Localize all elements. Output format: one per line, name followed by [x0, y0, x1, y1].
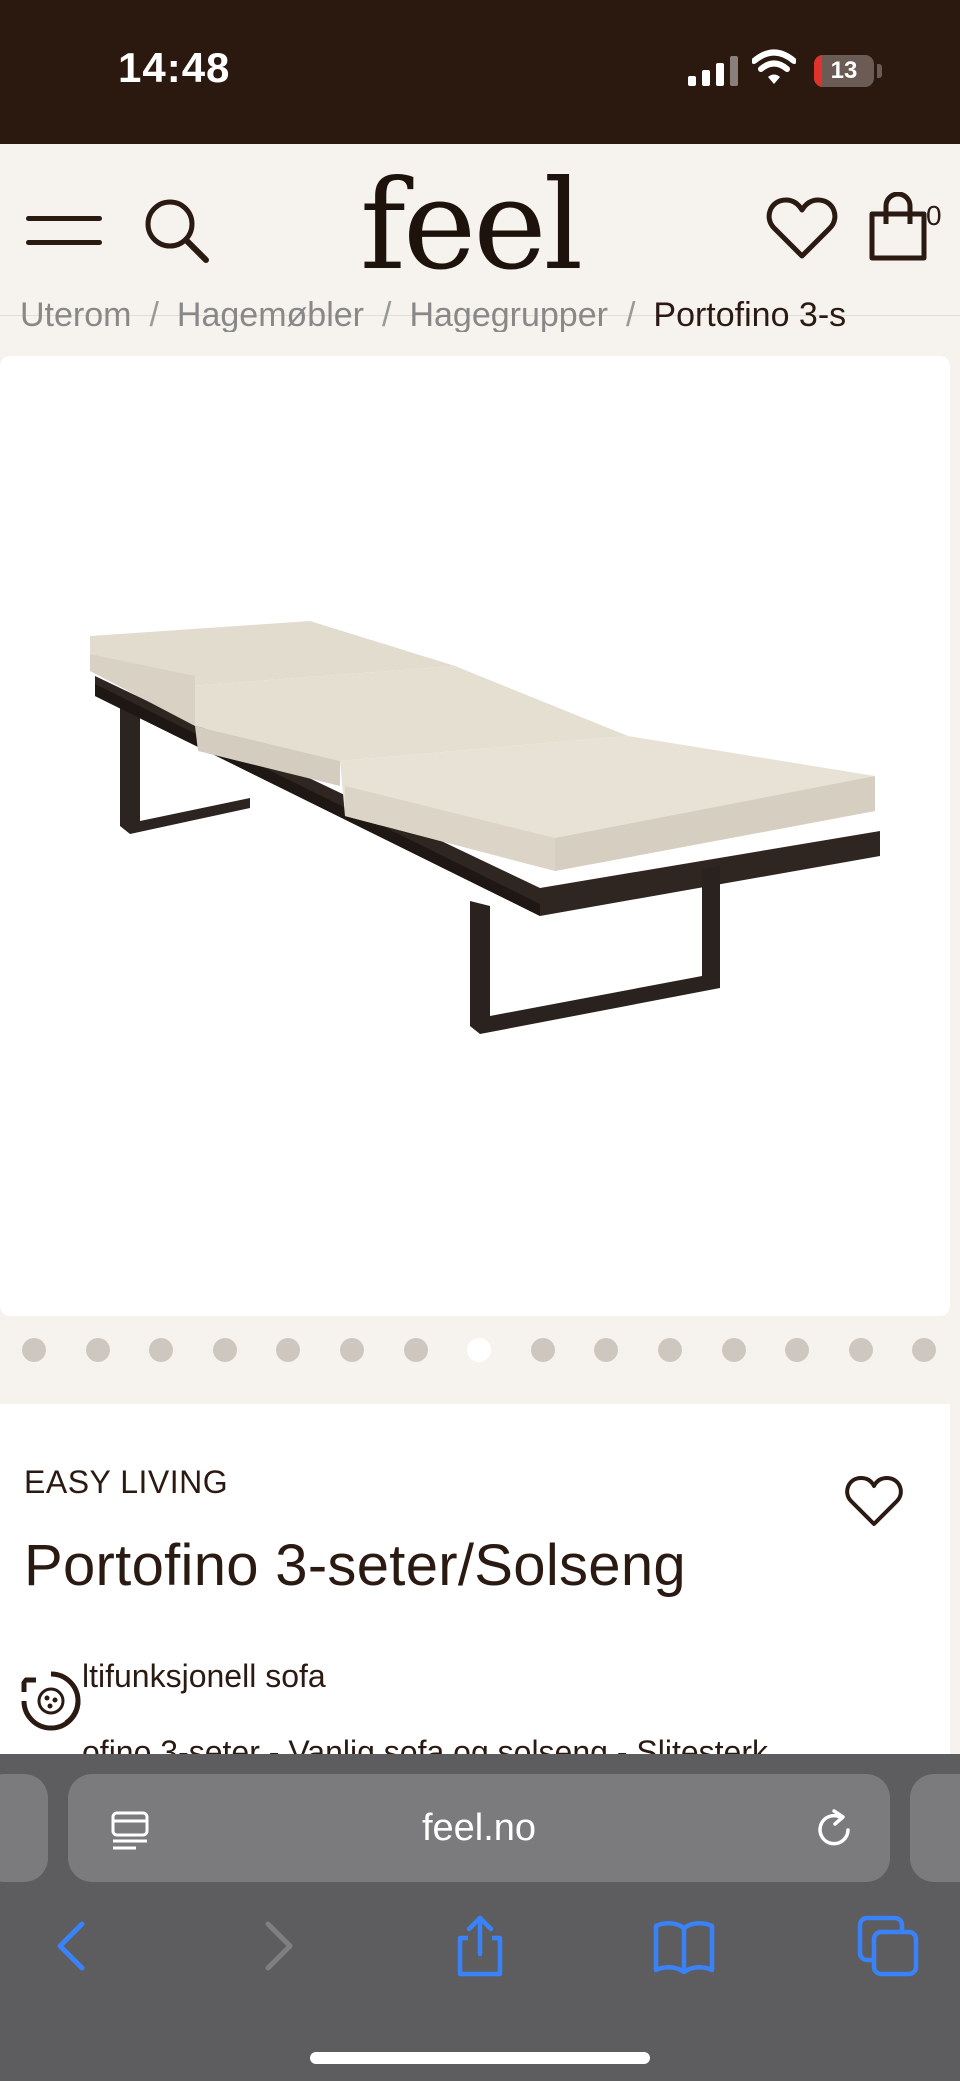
site-header: feel 0: [0, 144, 960, 316]
back-icon[interactable]: [40, 1914, 104, 1978]
bookmarks-icon[interactable]: [652, 1914, 716, 1978]
gallery-dot[interactable]: [530, 1338, 555, 1362]
browser-nav-row: [0, 1904, 960, 1994]
product-title: Portofino 3-seter/Solseng: [24, 1533, 686, 1598]
breadcrumb-current: Portofino 3-s: [653, 296, 847, 332]
product-image-gallery[interactable]: [0, 356, 950, 1316]
reload-icon[interactable]: [812, 1808, 856, 1852]
next-tab-preview[interactable]: [910, 1774, 960, 1882]
site-logo[interactable]: feel: [360, 164, 583, 288]
home-indicator[interactable]: [310, 2052, 650, 2064]
breadcrumb-item[interactable]: Hagemøbler: [177, 296, 364, 332]
battery-icon: 13: [814, 55, 874, 87]
gallery-dot[interactable]: [149, 1338, 174, 1362]
shopping-bag-icon[interactable]: [866, 192, 930, 264]
previous-tab-preview[interactable]: [0, 1774, 48, 1882]
menu-icon[interactable]: [26, 214, 102, 248]
breadcrumb-item[interactable]: Hagegrupper: [409, 296, 607, 332]
gallery-dot[interactable]: [85, 1338, 110, 1362]
battery-level: 13: [830, 57, 858, 84]
address-bar[interactable]: feel.no: [68, 1774, 890, 1882]
product-info-card: EASY LIVING Portofino 3-seter/Solseng lt…: [0, 1404, 950, 1770]
gallery-dot[interactable]: [658, 1338, 682, 1362]
gallery-dot[interactable]: [467, 1338, 492, 1362]
url-text[interactable]: feel.no: [68, 1774, 890, 1882]
gallery-dot[interactable]: [403, 1338, 428, 1362]
status-bar: 14:48 13: [0, 0, 960, 144]
search-icon[interactable]: [140, 194, 212, 266]
cellular-signal-icon: [688, 54, 738, 86]
browser-toolbar: feel.no: [0, 1754, 960, 2081]
gallery-dot[interactable]: [212, 1338, 237, 1362]
gallery-dot[interactable]: [594, 1338, 619, 1362]
tabs-icon[interactable]: [856, 1914, 920, 1978]
breadcrumb: Uterom / Hagemøbler / Hagegrupper / Portofino …: [20, 296, 960, 332]
gallery-dot[interactable]: [721, 1338, 746, 1362]
gallery-dot[interactable]: [848, 1338, 873, 1362]
gallery-dot[interactable]: [785, 1338, 810, 1362]
cookie-settings-icon[interactable]: [16, 1666, 86, 1736]
gallery-dot[interactable]: [276, 1338, 301, 1362]
cart-count-badge[interactable]: 0: [926, 200, 942, 232]
status-time: 14:48: [118, 44, 231, 91]
heart-icon[interactable]: [766, 196, 838, 262]
gallery-dot[interactable]: [340, 1338, 364, 1362]
breadcrumb-item[interactable]: Uterom: [20, 296, 131, 332]
wifi-icon: [752, 49, 796, 84]
wishlist-heart-icon[interactable]: [844, 1474, 904, 1530]
gallery-pagination[interactable]: [0, 1320, 960, 1380]
product-brand[interactable]: EASY LIVING: [24, 1464, 228, 1501]
gallery-dot[interactable]: [22, 1338, 46, 1362]
product-image-sofa: [90, 621, 880, 1034]
forward-icon[interactable]: [246, 1914, 310, 1978]
product-subtitle: ltifunksjonell sofa: [82, 1658, 326, 1694]
share-icon[interactable]: [448, 1914, 512, 1978]
gallery-dot[interactable]: [912, 1338, 937, 1362]
battery-nub: [877, 64, 882, 78]
